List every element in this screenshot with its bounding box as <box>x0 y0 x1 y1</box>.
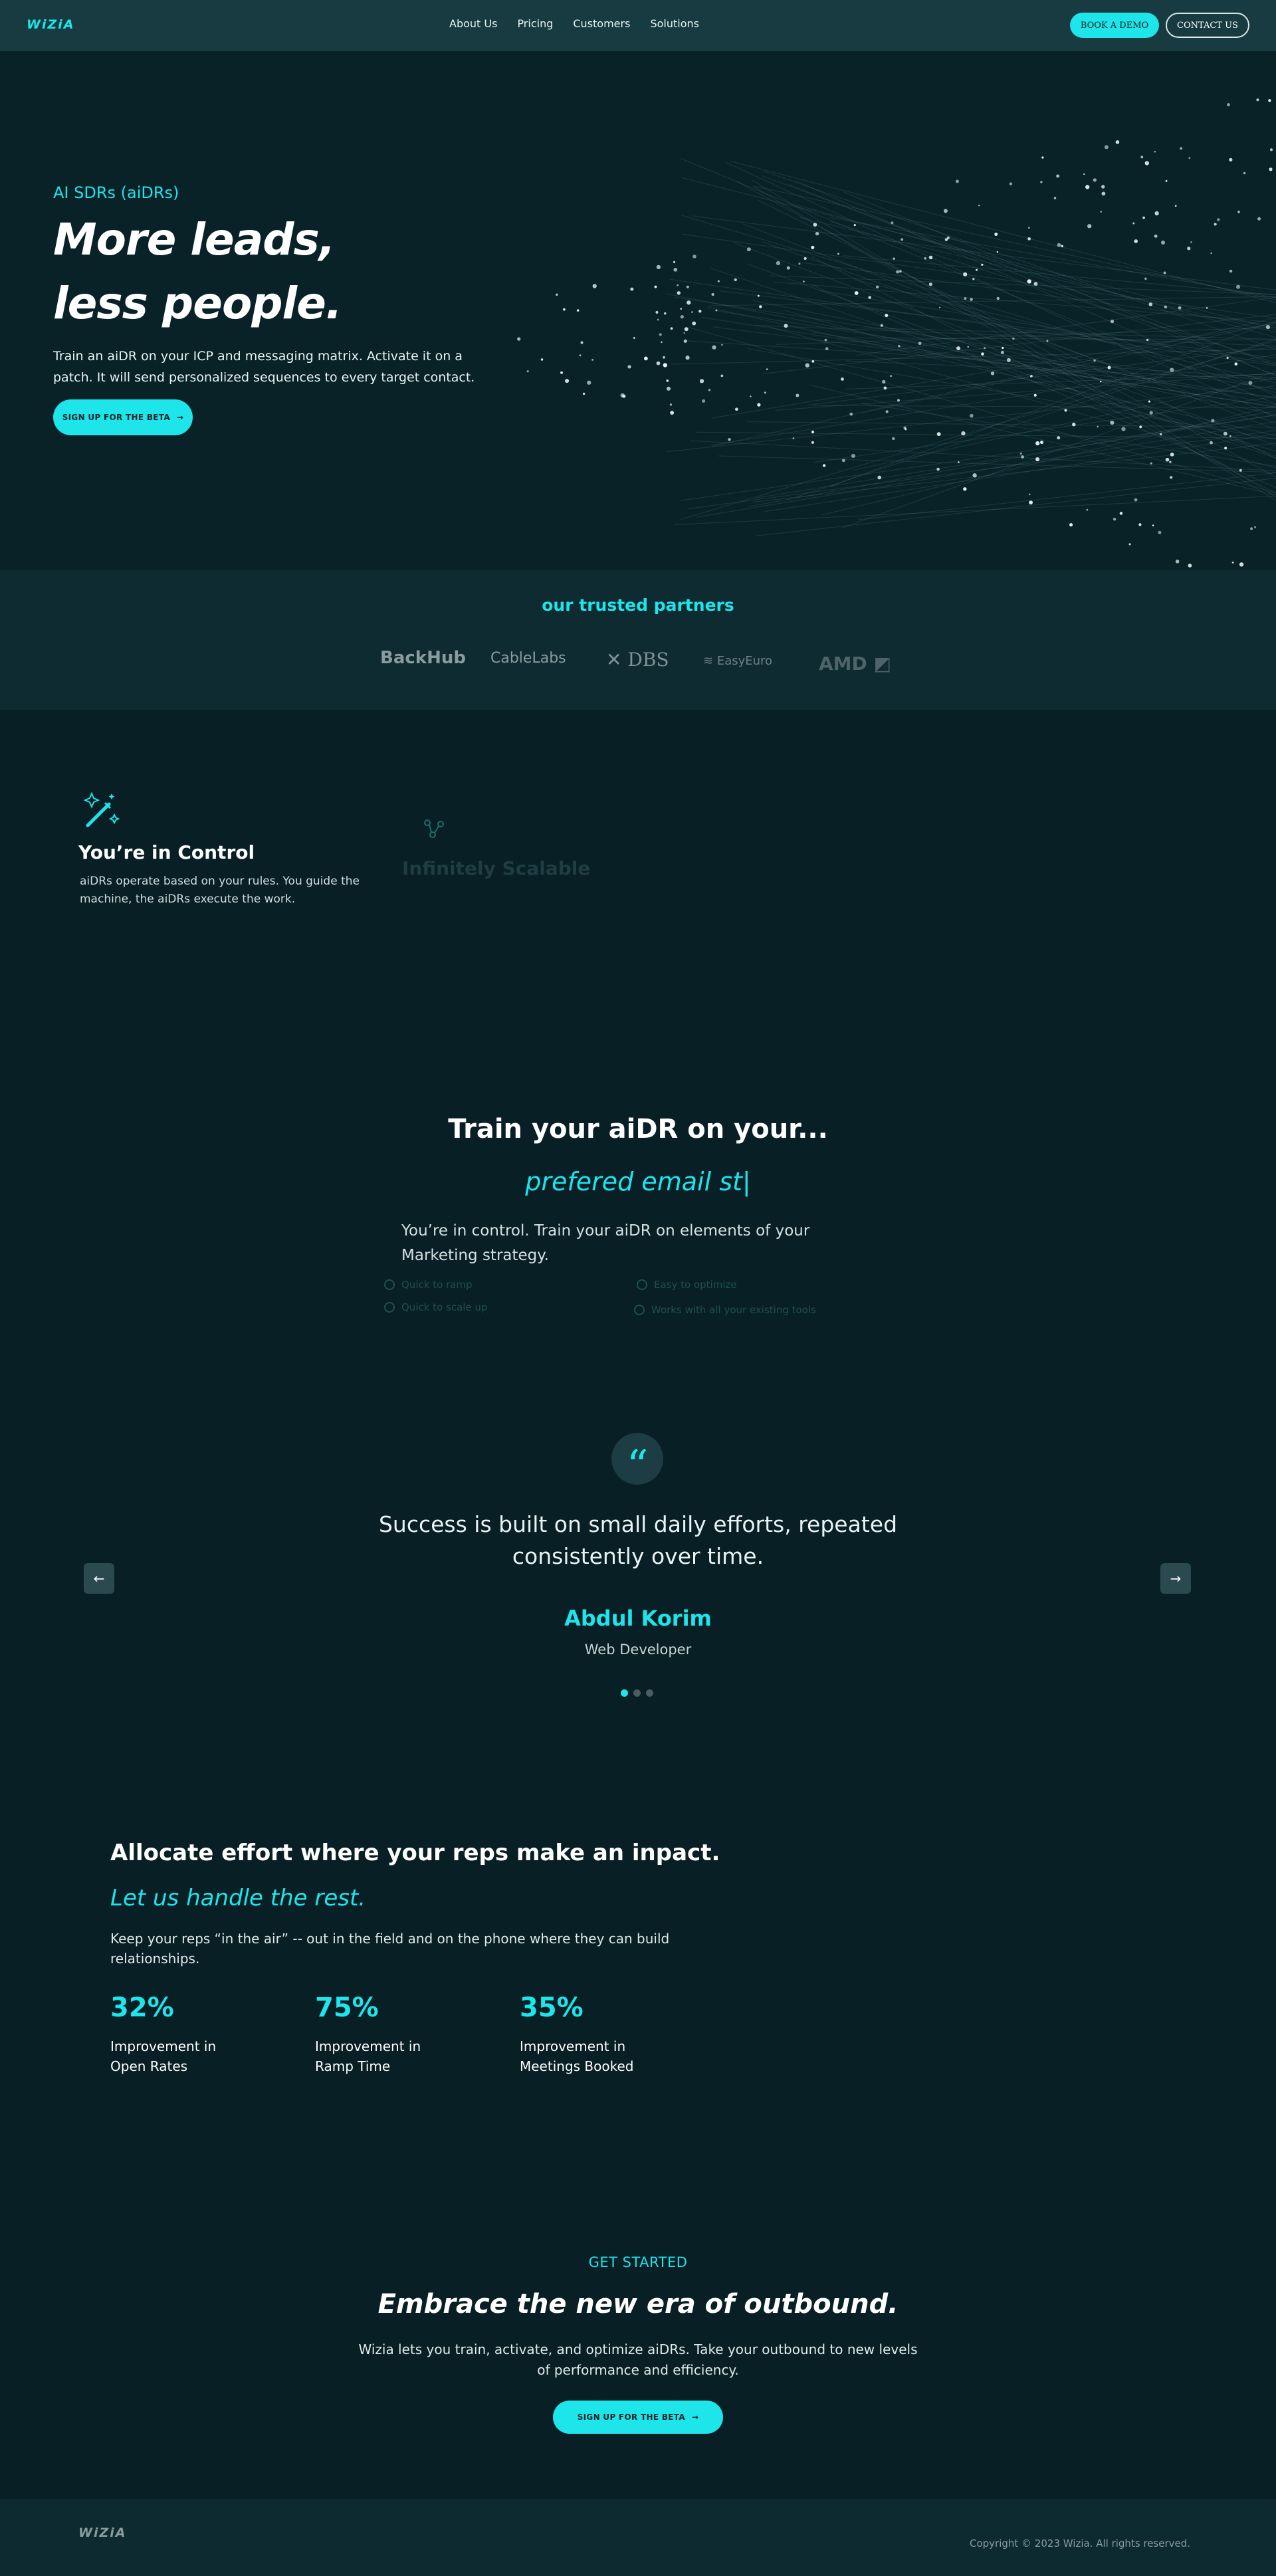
get-started-description-line: of performance and efficiency. <box>537 2362 739 2378</box>
get-started-eyebrow: GET STARTED <box>588 2254 688 2270</box>
contact-us-button[interactable]: CONTACT US <box>1166 13 1249 38</box>
stat-label-line: Improvement in <box>520 2038 626 2054</box>
check-circle-icon <box>384 1279 395 1290</box>
check-easy-optimize: Easy to optimize <box>637 1279 737 1291</box>
feature-title-control: You’re in Control <box>78 841 255 863</box>
wizia-logo[interactable]: WiZiA <box>27 17 74 32</box>
book-demo-button[interactable]: BOOK A DEMO <box>1070 13 1159 38</box>
hero-section: AI SDRs (aiDRs) More leads, less people.… <box>0 51 1276 570</box>
top-nav: WiZiA About Us Pricing Customers Solutio… <box>0 0 1276 51</box>
footer: WiZiA Copyright © 2023 Wizia. All rights… <box>0 2499 1276 2576</box>
hero-title-line1: More leads, <box>53 214 336 265</box>
train-title: Train your aiDR on your... <box>448 1114 828 1144</box>
logo-easyeuro-text: EasyEuro <box>716 654 773 668</box>
stat-open-rates-label: Improvement in Open Rates <box>110 2036 216 2076</box>
stat-label-line: Improvement in <box>110 2038 217 2054</box>
hero-description: Train an aiDR on your ICP and messaging … <box>53 349 475 385</box>
effort-title: Allocate effort where your reps make an … <box>110 1840 720 1866</box>
magic-wand-icon <box>83 792 120 827</box>
check-label: Works with all your existing tools <box>651 1304 816 1316</box>
arrow-right-icon: → <box>176 413 184 422</box>
check-existing-tools: Works with all your existing tools <box>634 1304 816 1316</box>
check-label: Quick to scale up <box>401 1301 488 1313</box>
get-started-description-line: Wizia lets you train, activate, and opti… <box>358 2341 918 2357</box>
stat-open-rates-value: 32% <box>110 1992 174 2023</box>
feature-description-control: aiDRs operate based on your rules. You g… <box>80 875 360 906</box>
logo-cablelabs: CableLabs <box>490 650 566 667</box>
carousel-dot[interactable] <box>633 1689 641 1697</box>
carousel-prev-button[interactable]: ← <box>84 1563 114 1594</box>
stat-ramp-time-label: Improvement in Ramp Time <box>315 2036 421 2076</box>
hero-title-line2: less people. <box>53 278 342 329</box>
check-label: Quick to ramp <box>401 1279 473 1291</box>
stat-label-line: Meetings Booked <box>520 2058 634 2074</box>
stat-ramp-time-value: 75% <box>315 1992 379 2023</box>
stat-meetings-label: Improvement in Meetings Booked <box>520 2036 633 2076</box>
effort-subtitle: Let us handle the rest. <box>110 1885 366 1911</box>
logo-dbs: ✕ DBS <box>606 649 669 671</box>
nav-link-pricing[interactable]: Pricing <box>517 17 553 30</box>
footer-copyright: Copyright © 2023 Wizia. All rights reser… <box>970 2537 1191 2549</box>
logo-amd: AMD ◩ <box>819 653 891 675</box>
check-quick-scale: Quick to scale up <box>384 1301 487 1313</box>
hero-signup-button[interactable]: SIGN UP FOR THE BETA → <box>53 399 193 435</box>
hero-eyebrow: AI SDRs (aiDRs) <box>53 183 179 202</box>
logo-dbs-text: DBS <box>627 649 669 671</box>
carousel-dot[interactable] <box>646 1689 653 1697</box>
euro-icon: ≋ <box>703 654 714 668</box>
stat-label-line: Open Rates <box>110 2058 188 2074</box>
check-circle-icon <box>634 1305 645 1315</box>
stat-label-line: Ramp Time <box>315 2058 391 2074</box>
hero-signup-label: SIGN UP FOR THE BETA <box>62 413 170 422</box>
arrow-right-icon: → <box>1170 1570 1182 1586</box>
effort-description: Keep your reps “in the air” -- out in th… <box>110 1931 670 1967</box>
get-started-signup-label: SIGN UP FOR THE BETA <box>577 2413 685 2422</box>
stat-label-line: Improvement in <box>315 2038 421 2054</box>
dbs-mark-icon: ✕ <box>606 649 622 671</box>
testimonial-role: Web Developer <box>584 1642 692 1658</box>
arrow-left-icon: ← <box>93 1570 105 1586</box>
arrow-right-icon: → <box>691 2413 699 2422</box>
nav-link-about[interactable]: About Us <box>449 17 497 30</box>
logo-amd-text: AMD <box>819 653 867 675</box>
nav-link-solutions[interactable]: Solutions <box>650 17 699 30</box>
logo-backhub: BackHub <box>380 648 466 668</box>
quote-icon: “ <box>611 1433 663 1491</box>
check-circle-icon <box>637 1279 647 1290</box>
footer-logo[interactable]: WiZiA <box>78 2525 126 2540</box>
check-label: Easy to optimize <box>654 1279 737 1291</box>
get-started-title: Embrace the new era of outbound. <box>377 2289 899 2319</box>
amd-arrow-icon: ◩ <box>873 653 891 675</box>
partners-title: our trusted partners <box>542 595 734 615</box>
partners-section: our trusted partners BackHub CableLabs ✕… <box>0 570 1276 710</box>
nav-links: About Us Pricing Customers Solutions <box>449 17 699 30</box>
get-started-description: Wizia lets you train, activate, and opti… <box>0 2339 1276 2381</box>
testimonial-quote: Success is built on small daily efforts,… <box>378 1511 898 1569</box>
logo-easyeuro: ≋ EasyEuro <box>703 654 772 668</box>
testimonial-name: Abdul Korim <box>564 1606 712 1631</box>
get-started-signup-button[interactable]: SIGN UP FOR THE BETA → <box>553 2401 723 2434</box>
carousel-next-button[interactable]: → <box>1160 1563 1191 1594</box>
stat-meetings-value: 35% <box>520 1992 584 2023</box>
train-typing-text: prefered email st| <box>525 1167 751 1196</box>
nav-link-customers[interactable]: Customers <box>573 17 630 30</box>
carousel-dot-active[interactable] <box>621 1689 628 1697</box>
feature-title-scalable: Infinitely Scalable <box>402 857 591 879</box>
check-circle-icon <box>384 1302 395 1313</box>
network-icon <box>424 819 444 838</box>
train-description: You’re in control. Train your aiDR on el… <box>401 1222 810 1264</box>
check-quick-ramp: Quick to ramp <box>384 1279 473 1291</box>
